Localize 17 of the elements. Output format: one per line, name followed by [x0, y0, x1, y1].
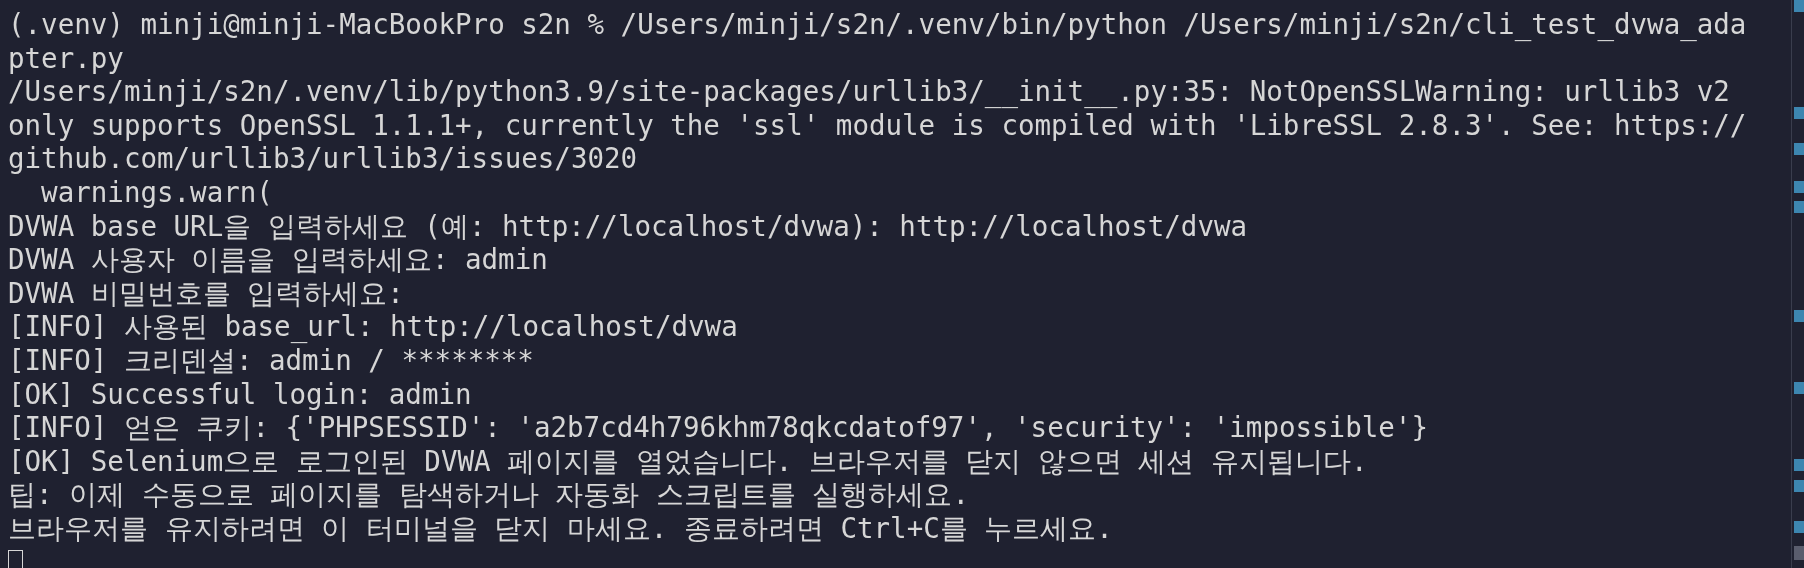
terminal-line: [INFO] 얻은 쿠키: {'PHPSESSID': 'a2b7cd4h796khm78qkcdatof97', 'security': 'impossible'}: [8, 411, 1428, 445]
terminal-line: [INFO] 사용된 base_url: http://localhost/dvwa: [8, 310, 738, 344]
terminal-line: warnings.warn(: [40, 175, 273, 210]
terminal-line: 팁: 이제 수동으로 페이지를 탐색하거나 자동화 스크립트를 실행하세요.: [8, 478, 969, 512]
terminal-line: DVWA 사용자 이름을 입력하세요: admin: [8, 243, 548, 277]
terminal-line: [OK] Selenium으로 로그인된 DVWA 페이지를 열었습니다. 브라우저를 닫지 않으면 세션 유지됩니다.: [8, 444, 1368, 479]
terminal-line: [INFO] 크리덴셜: admin / ********: [8, 343, 534, 378]
terminal-line: /Users/minji/s2n/.venv/lib/python3.9/site-packages/urllib3/__init__.py:35: NotOpenSSLWarning: urllib3 v2: [8, 75, 1730, 109]
text-cursor: [8, 549, 23, 568]
terminal-line: 브라우저를 유지하려면 이 터미널을 닫지 마세요. 종료하려면 Ctrl+C를 누르세요.: [8, 511, 1113, 546]
terminal-line: [OK] Successful login: admin: [8, 377, 472, 412]
terminal-line: (.venv) minji@minji-MacBookPro s2n % /Users/minji/s2n/.venv/bin/python /Users/minji/s2n/cli_test_dvwa_ada: [8, 8, 1747, 42]
terminal-line: DVWA base URL을 입력하세요 (예: http://localhost/dvwa): http://localhost/dvwa: [8, 209, 1248, 244]
terminal-line: pter.py: [8, 41, 124, 76]
terminal-line: DVWA 비밀번호를 입력하세요:: [8, 276, 404, 311]
terminal-line: only supports OpenSSL 1.1.1+, currently the 'ssl' module is compiled with 'LibreSSL 2.8.3'. See: https://: [8, 108, 1747, 143]
terminal-line: github.com/urllib3/urllib3/issues/3020: [8, 142, 638, 176]
